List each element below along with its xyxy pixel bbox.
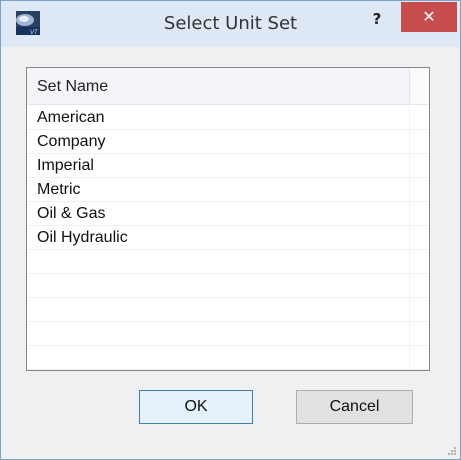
empty-row: [27, 322, 429, 346]
cancel-button[interactable]: Cancel: [296, 390, 413, 424]
list-item-label: Metric: [37, 181, 81, 198]
vt-app-icon: VT: [16, 11, 40, 36]
unit-set-list[interactable]: Set Name American Company Imperial Metri…: [26, 67, 430, 371]
empty-row: [27, 298, 429, 322]
row-divider: [409, 130, 410, 154]
list-item[interactable]: American: [27, 106, 429, 130]
list-item[interactable]: Oil & Gas: [27, 202, 429, 226]
svg-text:VT: VT: [30, 29, 39, 36]
title-bar[interactable]: VT Select Unit Set ? ✕: [1, 1, 460, 47]
row-divider: [409, 226, 410, 250]
window-title: Select Unit Set: [163, 13, 298, 34]
ok-button[interactable]: OK: [139, 390, 253, 424]
empty-row: [27, 346, 429, 370]
list-item-label: Company: [37, 133, 106, 150]
row-divider: [409, 346, 410, 370]
header-filler: [410, 68, 429, 105]
list-item-label: Oil & Gas: [37, 205, 106, 222]
row-divider: [409, 178, 410, 202]
row-divider: [409, 298, 410, 322]
row-divider: [409, 202, 410, 226]
list-item[interactable]: Oil Hydraulic: [27, 226, 429, 250]
row-divider: [409, 322, 410, 346]
list-item[interactable]: Metric: [27, 178, 429, 202]
list-item-label: Oil Hydraulic: [37, 229, 128, 246]
empty-row: [27, 274, 429, 298]
column-header-label: Set Name: [37, 78, 109, 95]
list-item-label: American: [37, 109, 105, 126]
list-item[interactable]: Imperial: [27, 154, 429, 178]
resize-grip-icon[interactable]: [447, 446, 457, 456]
row-divider: [409, 154, 410, 178]
list-item[interactable]: Company: [27, 130, 429, 154]
column-header-set-name[interactable]: Set Name: [27, 68, 409, 105]
row-divider: [409, 250, 410, 274]
dialog-window: VT Select Unit Set ? ✕ Set Name American…: [0, 0, 461, 460]
help-button[interactable]: ?: [365, 7, 389, 31]
row-divider: [409, 106, 410, 130]
row-divider: [409, 274, 410, 298]
empty-row: [27, 250, 429, 274]
list-item-label: Imperial: [37, 157, 94, 174]
close-button[interactable]: ✕: [401, 2, 457, 32]
list-rows: American Company Imperial Metric Oil & G…: [27, 106, 429, 370]
